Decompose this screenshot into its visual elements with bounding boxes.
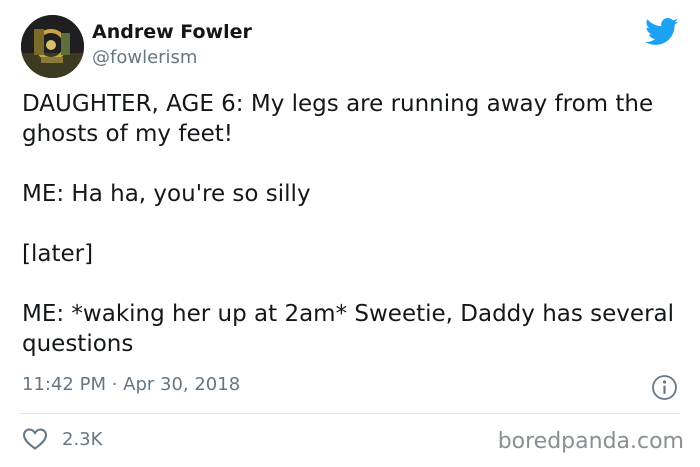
watermark: boredpanda.com [497, 429, 684, 454]
tweet-paragraph: ME: Ha ha, you're so silly [22, 181, 311, 207]
avatar[interactable] [21, 15, 84, 78]
author-handle[interactable]: @fowlerism [92, 47, 197, 68]
info-icon[interactable] [651, 374, 678, 401]
tweet-paragraph: DAUGHTER, AGE 6: My legs are running awa… [22, 91, 661, 147]
twitter-bird-icon[interactable] [645, 18, 679, 46]
tweet-text: DAUGHTER, AGE 6: My legs are running awa… [22, 89, 682, 359]
tweet-card: Andrew Fowler @fowlerism DAUGHTER, AGE 6… [0, 0, 700, 467]
tweet-timestamp[interactable]: 11:42 PM · Apr 30, 2018 [22, 374, 240, 395]
like-button[interactable]: 2.3K [22, 426, 102, 452]
avatar-image [21, 15, 84, 78]
tweet-paragraph: [later] [22, 241, 94, 267]
like-count: 2.3K [62, 428, 103, 450]
tweet-paragraph: ME: *waking her up at 2am* Sweetie, Dadd… [22, 301, 682, 357]
divider [20, 413, 680, 414]
heart-icon [22, 428, 48, 450]
author-name[interactable]: Andrew Fowler [92, 21, 252, 43]
